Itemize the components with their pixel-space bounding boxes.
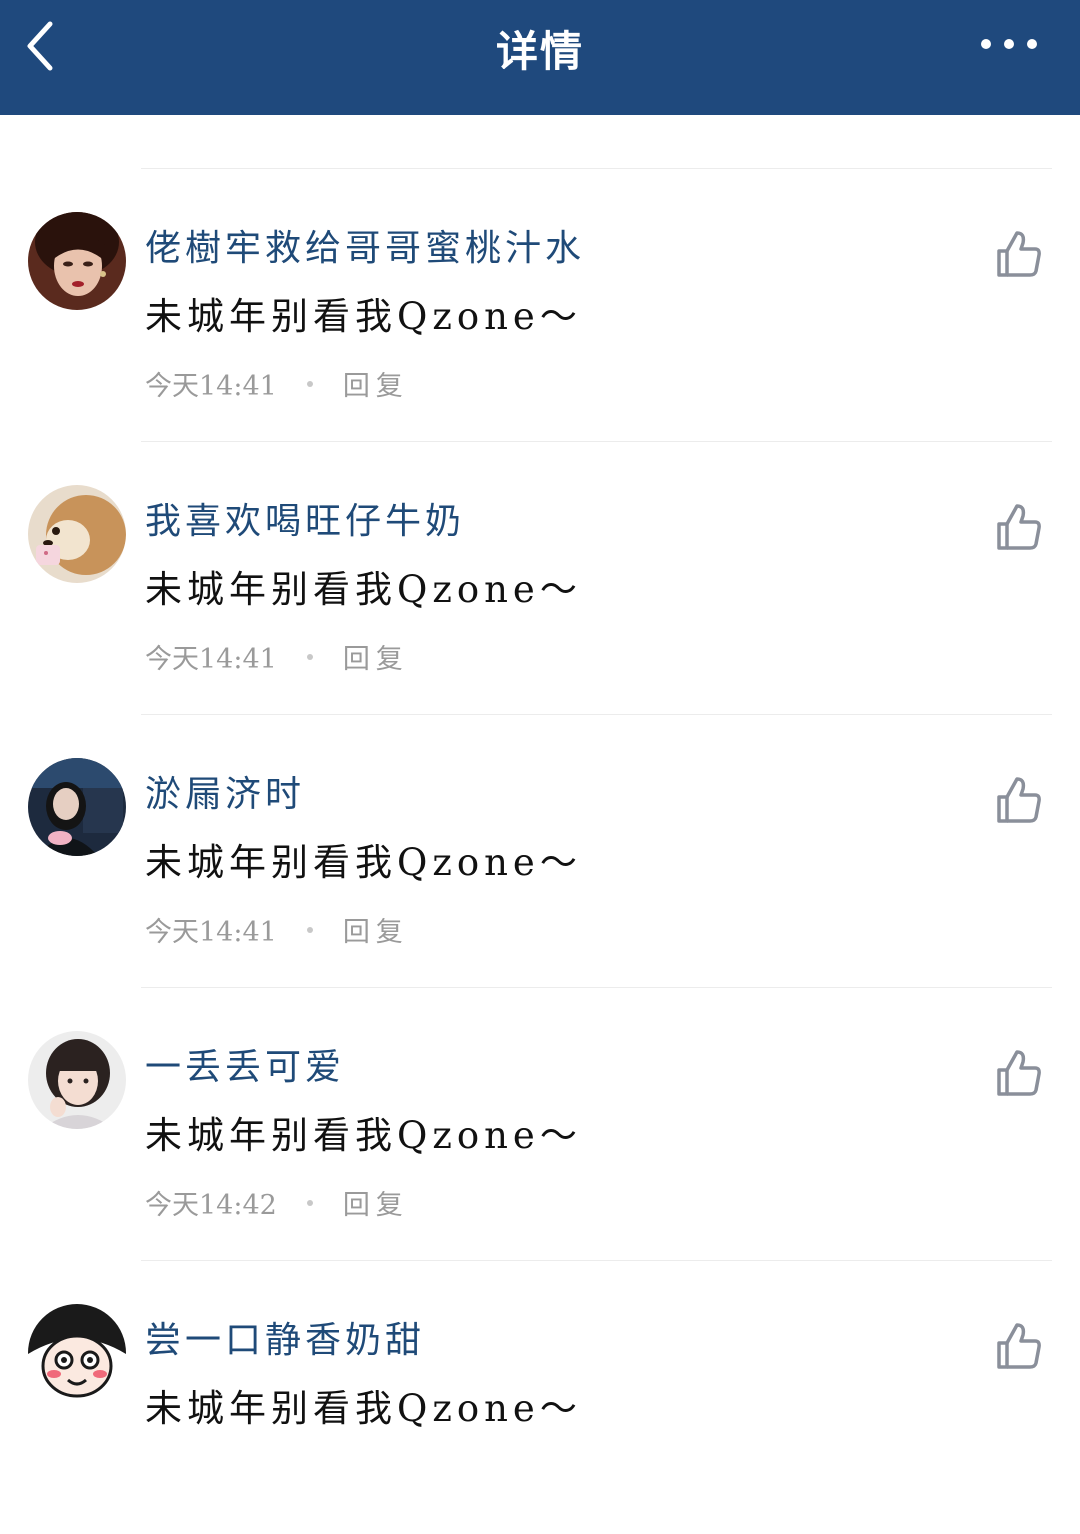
reply-button[interactable]: 回复 xyxy=(343,637,409,676)
comment-time: 今天14:41 xyxy=(145,917,277,948)
thumbs-up-icon xyxy=(997,1323,1041,1369)
avatar[interactable] xyxy=(28,758,126,856)
comment-item: 佬樹牢救给哥哥蜜桃汁水 未城年别看我Qzone～ 今天14:41 回复 xyxy=(0,169,1080,442)
thumbs-up-icon xyxy=(997,231,1041,277)
comment-username[interactable]: 淤屚济时 xyxy=(145,765,305,817)
comment-meta: 今天14:41 回复 xyxy=(145,910,409,949)
reply-button[interactable]: 回复 xyxy=(343,1183,409,1222)
page-title: 详情 xyxy=(495,27,584,76)
thumbs-up-icon xyxy=(997,1050,1041,1096)
comment-text: 未城年别看我Qzone～ xyxy=(145,1114,582,1157)
avatar[interactable] xyxy=(28,1304,126,1402)
thumbs-up-icon xyxy=(997,777,1041,823)
comment-text: 未城年别看我Qzone～ xyxy=(145,568,582,611)
comment-username[interactable]: 一丢丢可爱 xyxy=(145,1038,345,1090)
thumbs-up-icon xyxy=(997,504,1041,550)
comment-item: 我喜欢喝旺仔牛奶 未城年别看我Qzone～ 今天14:41 回复 xyxy=(0,442,1080,715)
comment-username[interactable]: 我喜欢喝旺仔牛奶 xyxy=(145,492,465,544)
separator-dot xyxy=(306,380,313,387)
comment-item: 尝一口静香奶甜 未城年别看我Qzone～ xyxy=(0,1261,1080,1534)
like-button[interactable] xyxy=(995,502,1043,552)
avatar-shiba-dog xyxy=(28,485,126,583)
comment-meta: 今天14:42 回复 xyxy=(145,1183,409,1222)
like-button[interactable] xyxy=(995,775,1043,825)
comment-item: 淤屚济时 未城年别看我Qzone～ 今天14:41 回复 xyxy=(0,715,1080,988)
comment-time: 今天14:41 xyxy=(145,371,277,402)
reply-button[interactable]: 回复 xyxy=(343,364,409,403)
like-button[interactable] xyxy=(995,1321,1043,1371)
avatar[interactable] xyxy=(28,212,126,310)
avatar[interactable] xyxy=(28,1031,126,1129)
comment-time: 今天14:41 xyxy=(145,644,277,675)
comment-time: 今天14:42 xyxy=(145,1190,277,1221)
avatar-woman-portrait xyxy=(28,212,126,310)
reply-button[interactable]: 回复 xyxy=(343,910,409,949)
comment-meta: 今天14:41 回复 xyxy=(145,364,409,403)
more-button[interactable] xyxy=(974,26,1044,62)
like-button[interactable] xyxy=(995,1048,1043,1098)
like-button[interactable] xyxy=(995,229,1043,279)
avatar-girl-bob-hair xyxy=(28,1031,126,1129)
top-navbar: 详情 xyxy=(0,0,1080,115)
separator-dot xyxy=(306,1199,313,1206)
comment-text: 未城年别看我Qzone～ xyxy=(145,295,582,338)
comment-username[interactable]: 佬樹牢救给哥哥蜜桃汁水 xyxy=(145,219,585,271)
comment-item: 一丢丢可爱 未城年别看我Qzone～ 今天14:42 回复 xyxy=(0,988,1080,1261)
comment-username[interactable]: 尝一口静香奶甜 xyxy=(145,1311,425,1363)
comment-text: 未城年别看我Qzone～ xyxy=(145,1387,582,1430)
avatar-cartoon-blush xyxy=(28,1304,126,1402)
avatar-girl-dark-room xyxy=(28,758,126,856)
comment-meta: 今天14:41 回复 xyxy=(145,637,409,676)
comment-text: 未城年别看我Qzone～ xyxy=(145,841,582,884)
avatar[interactable] xyxy=(28,485,126,583)
separator-dot xyxy=(306,926,313,933)
separator-dot xyxy=(306,653,313,660)
more-dots-icon xyxy=(981,39,1037,49)
